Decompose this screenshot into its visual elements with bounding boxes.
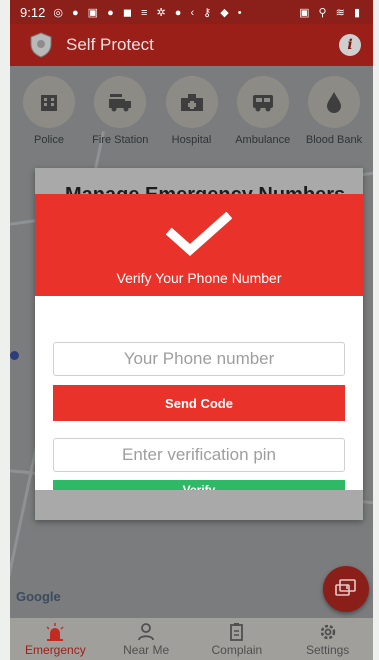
dialog-header: Verify Your Phone Number <box>35 194 363 296</box>
nav-label: Complain <box>211 642 263 657</box>
nav-label: Settings <box>305 642 350 657</box>
add-message-icon <box>335 579 356 596</box>
checkmark-icon <box>166 212 232 256</box>
map-location-pin[interactable] <box>10 351 19 360</box>
add-contact-fab[interactable] <box>323 566 369 612</box>
service-hospital[interactable]: Hospital <box>157 76 227 148</box>
verify-phone-dialog: Verify Your Phone Number Send Code Verif… <box>35 194 363 490</box>
status-time: 9:12 <box>20 4 46 20</box>
blood-drop-icon <box>308 76 360 128</box>
service-shortcuts: Police Fire Station Hospital Ambulance B… <box>10 76 373 148</box>
dialog-title: Verify Your Phone Number <box>116 270 282 286</box>
clipboard-edit-icon <box>226 622 248 642</box>
app-screen: 9:12 ◎ ● ▣ ● ◼ ≡ ✲ ● ‹ ⚷ ◆ • ▣ ⚲ ≋ ▮ Sel… <box>0 0 379 660</box>
status-bar: 9:12 ◎ ● ▣ ● ◼ ≡ ✲ ● ‹ ⚷ ◆ • ▣ ⚲ ≋ ▮ <box>10 0 373 24</box>
app-bar: Self Protect i <box>10 24 373 66</box>
nav-emergency[interactable]: Emergency <box>15 622 95 657</box>
person-pin-icon <box>135 622 157 642</box>
verification-pin-input[interactable] <box>53 438 345 472</box>
nav-near-me[interactable]: Near Me <box>106 622 186 657</box>
phone-number-input[interactable] <box>53 342 345 376</box>
bottom-navigation: Emergency Near Me Complain Settings <box>10 618 373 660</box>
notification-icons: ◎ ● ▣ ● ◼ ≡ ✲ ● ‹ ⚷ ◆ • <box>53 6 245 19</box>
service-label: Ambulance <box>235 134 291 146</box>
service-blood-bank[interactable]: Blood Bank <box>299 76 369 148</box>
fire-truck-icon <box>94 76 147 128</box>
service-ambulance[interactable]: Ambulance <box>228 76 298 148</box>
nav-complain[interactable]: Complain <box>197 622 277 657</box>
service-label: Blood Bank <box>305 134 363 146</box>
siren-icon <box>44 622 66 642</box>
ambulance-icon <box>236 76 289 128</box>
system-status-icons: ▣ ⚲ ≋ ▮ <box>299 6 363 19</box>
service-label: Police <box>34 134 64 146</box>
google-attribution: Google <box>16 589 61 604</box>
verify-button[interactable]: Verify <box>53 480 345 490</box>
police-building-icon <box>23 76 75 128</box>
service-label: Hospital <box>171 134 212 146</box>
send-code-button[interactable]: Send Code <box>53 385 345 421</box>
service-police[interactable]: Police <box>14 76 84 148</box>
shield-icon <box>28 32 54 58</box>
nav-label: Emergency <box>25 642 86 657</box>
gear-icon <box>317 622 339 642</box>
info-icon[interactable]: i <box>339 34 361 56</box>
service-fire-station[interactable]: Fire Station <box>85 76 155 148</box>
nav-label: Near Me <box>123 642 170 657</box>
hospital-icon <box>165 76 218 128</box>
app-title: Self Protect <box>66 35 154 54</box>
nav-settings[interactable]: Settings <box>288 622 368 657</box>
service-label: Fire Station <box>92 134 149 146</box>
